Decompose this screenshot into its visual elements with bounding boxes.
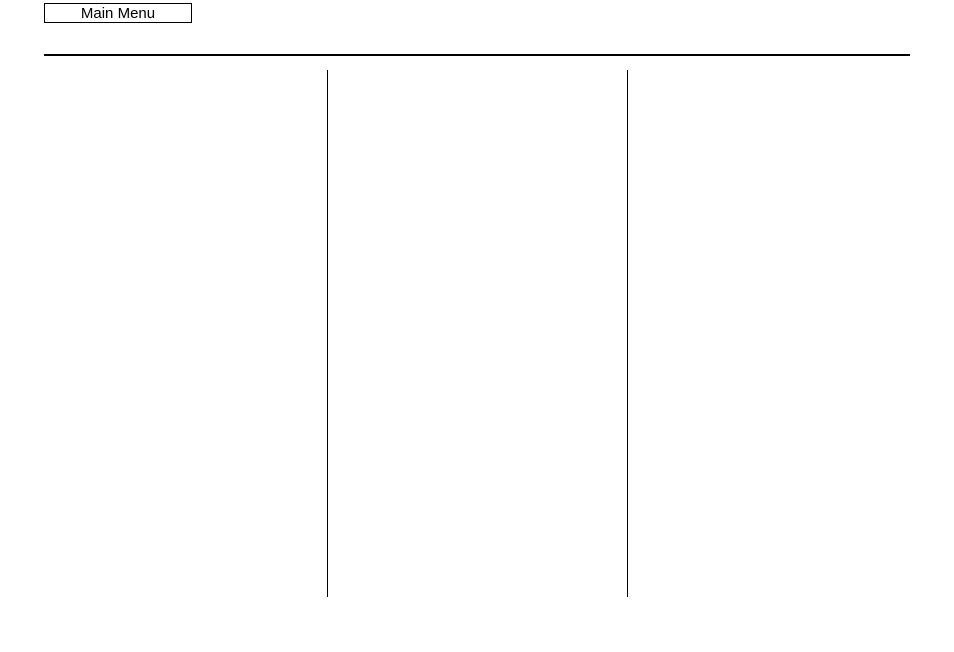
page-root: Main Menu [0, 0, 954, 652]
column-divider-left [327, 70, 328, 597]
header-divider [44, 54, 910, 56]
main-menu-label: Main Menu [81, 5, 155, 22]
column-divider-right [627, 70, 628, 597]
main-menu-button[interactable]: Main Menu [44, 3, 192, 23]
